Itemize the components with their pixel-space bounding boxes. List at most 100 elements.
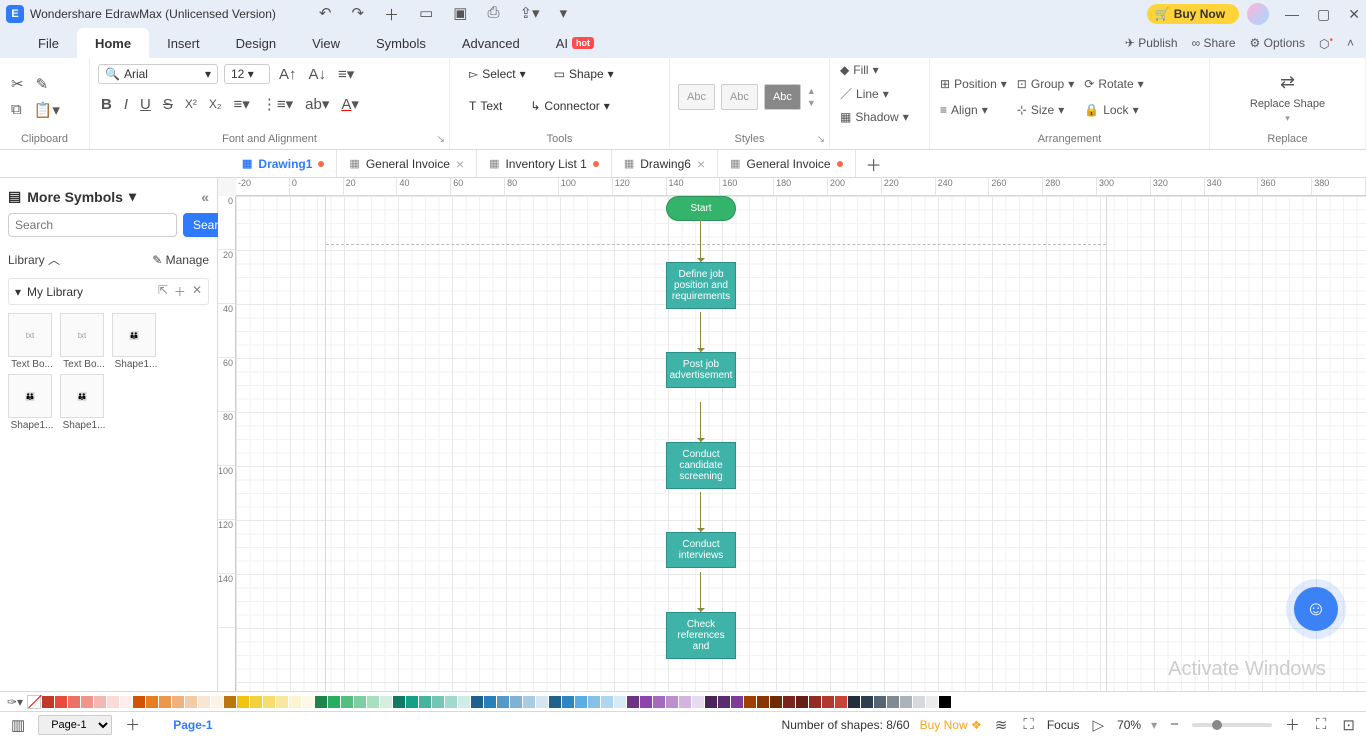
add-tab-button[interactable]: ＋ <box>856 150 892 177</box>
color-swatch[interactable] <box>523 696 535 708</box>
style-preset-2[interactable]: Abc <box>721 84 758 110</box>
no-fill-swatch[interactable] <box>27 695 41 709</box>
close-button[interactable]: ✕ <box>1348 6 1360 23</box>
doc-tab-inventory-list-1[interactable]: ▦Inventory List 1 <box>477 150 612 177</box>
color-swatch[interactable] <box>159 696 171 708</box>
notifications-icon[interactable]: ⬡• <box>1319 35 1333 51</box>
color-swatch[interactable] <box>211 696 223 708</box>
color-swatch[interactable] <box>887 696 899 708</box>
color-swatch[interactable] <box>55 696 67 708</box>
color-swatch[interactable] <box>601 696 613 708</box>
text-tool[interactable]: T Text <box>458 94 513 118</box>
color-swatch[interactable] <box>627 696 639 708</box>
fill-button[interactable]: ◆ Fill ▾ <box>838 62 881 78</box>
color-swatch[interactable] <box>289 696 301 708</box>
style-up-icon[interactable]: ▲ <box>807 86 816 96</box>
color-swatch[interactable] <box>640 696 652 708</box>
new-icon[interactable]: ＋ <box>381 1 402 28</box>
menu-insert[interactable]: Insert <box>149 28 218 58</box>
doc-tab-drawing6[interactable]: ▦Drawing6× <box>612 150 718 177</box>
share-button[interactable]: ∞ Share <box>1192 36 1236 50</box>
color-swatch[interactable] <box>380 696 392 708</box>
font-family-select[interactable]: 🔍 Arial▾ <box>98 64 218 84</box>
symbol-search-input[interactable] <box>8 213 177 237</box>
replace-shape-icon[interactable]: ⇄ <box>1277 69 1298 96</box>
cut-icon[interactable]: ✂ <box>8 72 27 96</box>
color-swatch[interactable] <box>172 696 184 708</box>
color-swatch[interactable] <box>822 696 834 708</box>
color-swatch[interactable] <box>393 696 405 708</box>
color-swatch[interactable] <box>562 696 574 708</box>
connector-1[interactable] <box>700 220 701 262</box>
lib-export-icon[interactable]: ⇱ <box>158 283 168 300</box>
doc-tab-general-invoice[interactable]: ▦General Invoice× <box>337 150 477 177</box>
minimize-button[interactable]: — <box>1285 6 1299 23</box>
flow-node-3[interactable]: Conduct candidate screening <box>666 442 736 489</box>
color-swatch[interactable] <box>705 696 717 708</box>
color-swatch[interactable] <box>263 696 275 708</box>
copy-icon[interactable]: ⧉ <box>8 98 25 121</box>
menu-symbols[interactable]: Symbols <box>358 28 444 58</box>
color-swatch[interactable] <box>952 696 964 708</box>
color-swatch[interactable] <box>42 696 54 708</box>
format-painter-icon[interactable]: ✎ <box>33 72 52 96</box>
color-swatch[interactable] <box>536 696 548 708</box>
color-swatch[interactable] <box>81 696 93 708</box>
presentation-icon[interactable]: ▷ <box>1090 713 1108 737</box>
color-swatch[interactable] <box>809 696 821 708</box>
color-swatch[interactable] <box>770 696 782 708</box>
undo-icon[interactable]: ↶ <box>316 1 335 28</box>
open-icon[interactable]: ▭ <box>416 1 436 28</box>
eyedropper-icon[interactable]: ✑▾ <box>4 692 26 712</box>
color-swatch[interactable] <box>341 696 353 708</box>
publish-button[interactable]: ✈ Publish <box>1125 36 1178 50</box>
style-preset-1[interactable]: Abc <box>678 84 715 110</box>
highlight-icon[interactable]: ab▾ <box>302 92 332 116</box>
color-swatch[interactable] <box>302 696 314 708</box>
color-swatch[interactable] <box>848 696 860 708</box>
connector-5[interactable] <box>700 572 701 612</box>
connector-2[interactable] <box>700 312 701 352</box>
color-swatch[interactable] <box>120 696 132 708</box>
canvas[interactable]: Start Define job position and requiremen… <box>236 196 1366 691</box>
user-avatar[interactable] <box>1247 3 1269 25</box>
color-swatch[interactable] <box>926 696 938 708</box>
color-swatch[interactable] <box>276 696 288 708</box>
color-swatch[interactable] <box>692 696 704 708</box>
color-swatch[interactable] <box>133 696 145 708</box>
color-swatch[interactable] <box>406 696 418 708</box>
color-swatch[interactable] <box>913 696 925 708</box>
color-swatch[interactable] <box>328 696 340 708</box>
library-shape[interactable]: txtText Bo... <box>60 313 108 370</box>
line-spacing-icon[interactable]: ≡▾ <box>231 92 253 116</box>
lib-close-icon[interactable]: ✕ <box>192 283 202 300</box>
zoom-slider[interactable] <box>1192 723 1272 727</box>
options-button[interactable]: ⚙ Options <box>1250 36 1305 50</box>
pages-panel-icon[interactable]: ▥ <box>8 713 28 737</box>
library-shape[interactable]: 👪Shape1... <box>60 374 108 431</box>
save-icon[interactable]: ▣ <box>450 1 470 28</box>
color-swatch[interactable] <box>939 696 951 708</box>
fit-icon[interactable]: ⛶ <box>1020 713 1037 736</box>
position-button[interactable]: ⊞ Position ▾ <box>938 76 1009 92</box>
active-page-tab[interactable]: Page-1 <box>173 718 212 732</box>
flow-node-4[interactable]: Conduct interviews <box>666 532 736 568</box>
color-swatch[interactable] <box>419 696 431 708</box>
color-swatch[interactable] <box>185 696 197 708</box>
flow-node-2[interactable]: Post job advertisement <box>666 352 736 388</box>
color-swatch[interactable] <box>861 696 873 708</box>
menu-view[interactable]: View <box>294 28 358 58</box>
font-color-icon[interactable]: A▾ <box>338 92 362 116</box>
color-swatch[interactable] <box>458 696 470 708</box>
buy-now-button[interactable]: 🛒Buy Now <box>1147 4 1239 24</box>
bold-icon[interactable]: B <box>98 93 115 116</box>
color-swatch[interactable] <box>744 696 756 708</box>
color-swatch[interactable] <box>874 696 886 708</box>
lib-add-icon[interactable]: ＋ <box>174 283 186 300</box>
font-size-select[interactable]: 12 ▾ <box>224 64 270 84</box>
connector-3[interactable] <box>700 402 701 442</box>
doc-tab-drawing1[interactable]: ▦Drawing1 <box>230 150 337 177</box>
strike-icon[interactable]: S <box>160 93 176 116</box>
line-button[interactable]: ／ Line ▾ <box>838 84 891 103</box>
export-icon[interactable]: ⇪▾ <box>516 1 542 28</box>
